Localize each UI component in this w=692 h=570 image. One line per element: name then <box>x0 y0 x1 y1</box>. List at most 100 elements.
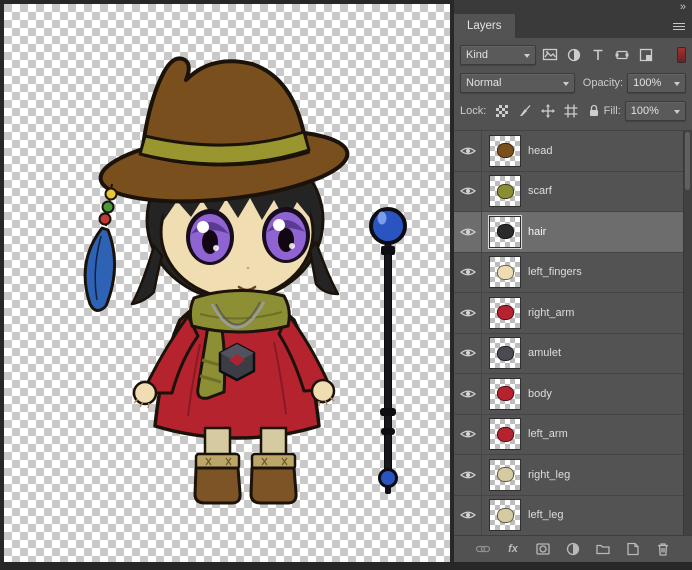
visibility-toggle[interactable] <box>454 374 482 414</box>
thumbnail-sprite <box>496 305 514 321</box>
adjustment-filter-icon <box>567 48 580 62</box>
eye-icon <box>459 309 476 317</box>
layer-name: head <box>528 144 553 157</box>
eye-icon <box>459 430 476 438</box>
window-bottom-edge <box>0 562 692 570</box>
layer-thumbnail[interactable] <box>489 256 521 289</box>
pixel-filter-button[interactable] <box>539 46 560 64</box>
adjustment-filter-button[interactable] <box>563 46 584 64</box>
brush-icon <box>520 105 531 116</box>
panel-dock-bar: » <box>454 0 692 14</box>
layers-panel: » Layers Kind Normal Opacity: 100% Lock:… <box>454 0 692 570</box>
layer-row-left-leg[interactable]: left_leg <box>454 495 684 536</box>
visibility-toggle[interactable] <box>454 131 482 171</box>
layer-row-left-arm[interactable]: left_arm <box>454 414 684 455</box>
visibility-toggle[interactable] <box>454 293 482 333</box>
layer-effects-button[interactable]: fx <box>502 539 524 559</box>
layer-thumbnail[interactable] <box>489 134 521 167</box>
layer-row-body[interactable]: body <box>454 374 684 415</box>
layer-thumbnail[interactable] <box>489 458 521 491</box>
visibility-toggle[interactable] <box>454 252 482 292</box>
lock-transparency-button[interactable] <box>492 102 512 120</box>
layer-name: left_arm <box>528 428 568 441</box>
layer-filtering-toggle[interactable] <box>677 47 686 63</box>
thumbnail-sprite <box>496 426 514 442</box>
layer-row-right-leg[interactable]: right_leg <box>454 455 684 496</box>
smart-object-filter-button[interactable] <box>635 46 656 64</box>
opacity-dropdown[interactable]: 100% <box>627 73 686 93</box>
visibility-toggle[interactable] <box>454 171 482 211</box>
layers-footer: fx <box>454 535 692 562</box>
visibility-toggle[interactable] <box>454 495 482 535</box>
document-canvas[interactable] <box>4 4 450 562</box>
layer-thumbnail[interactable] <box>489 377 521 410</box>
boots <box>193 452 298 505</box>
thumbnail-sprite <box>496 264 514 280</box>
mask-icon <box>536 543 550 555</box>
thumbnail-sprite <box>496 386 514 402</box>
chevron-down-icon <box>524 54 530 61</box>
left-eye <box>186 209 234 265</box>
tab-bar-spacer <box>515 14 666 38</box>
delete-layer-button[interactable] <box>652 539 674 559</box>
new-layer-icon <box>627 542 639 556</box>
lock-transparency-icon <box>496 105 509 117</box>
layer-thumbnail[interactable] <box>489 418 521 451</box>
layer-thumbnail[interactable] <box>489 337 521 370</box>
visibility-toggle[interactable] <box>454 414 482 454</box>
layer-name: scarf <box>528 185 552 198</box>
thumbnail-sprite <box>496 183 514 199</box>
link-layers-button[interactable] <box>472 539 494 559</box>
panel-menu-icon <box>673 22 685 30</box>
panel-menu-button[interactable] <box>666 14 692 38</box>
visibility-toggle[interactable] <box>454 333 482 373</box>
eye-icon <box>459 187 476 195</box>
pixel-filter-icon <box>542 48 557 61</box>
layer-row-scarf[interactable]: scarf <box>454 171 684 212</box>
layer-thumbnail[interactable] <box>488 214 522 249</box>
kind-dropdown[interactable]: Kind <box>460 45 536 65</box>
collapse-panel-icon[interactable]: » <box>680 2 686 13</box>
adjustment-icon <box>566 542 580 556</box>
tab-layers[interactable]: Layers <box>454 14 515 38</box>
shape-filter-button[interactable] <box>611 46 632 64</box>
fill-dropdown[interactable]: 100% <box>624 101 686 121</box>
layer-row-hair[interactable]: hair <box>454 212 684 253</box>
add-mask-button[interactable] <box>532 539 554 559</box>
character-illustration <box>83 56 350 505</box>
layer-thumbnail[interactable] <box>489 175 521 208</box>
trash-icon <box>658 543 668 556</box>
layer-row-amulet[interactable]: amulet <box>454 333 684 374</box>
layer-row-head[interactable]: head <box>454 131 684 172</box>
new-group-button[interactable] <box>592 539 614 559</box>
scrollbar-thumb[interactable] <box>685 132 690 190</box>
layer-thumbnail[interactable] <box>489 499 521 532</box>
move-icon <box>540 104 555 118</box>
fx-icon: fx <box>508 543 518 555</box>
opacity-label: Opacity: <box>582 77 624 89</box>
opacity-value: 100% <box>633 77 662 89</box>
layer-row-right-arm[interactable]: right_arm <box>454 293 684 334</box>
visibility-toggle[interactable] <box>454 212 482 252</box>
type-filter-icon <box>593 49 602 60</box>
lock-all-button[interactable] <box>584 102 604 120</box>
eye-icon <box>459 228 476 236</box>
adjustment-layer-button[interactable] <box>562 539 584 559</box>
layer-thumbnail[interactable] <box>489 296 521 329</box>
smart-object-filter-icon <box>639 48 652 62</box>
lock-position-button[interactable] <box>538 102 558 120</box>
visibility-toggle[interactable] <box>454 455 482 495</box>
lock-artboard-button[interactable] <box>561 102 581 120</box>
eye-icon <box>459 268 476 276</box>
new-layer-button[interactable] <box>622 539 644 559</box>
lock-pixels-button[interactable] <box>515 102 535 120</box>
artboard-icon <box>564 104 578 118</box>
left-hand <box>132 380 158 406</box>
folder-icon <box>596 544 610 555</box>
blend-mode-dropdown[interactable]: Normal <box>460 73 575 93</box>
filter-row: Kind <box>460 45 686 65</box>
layer-name: right_arm <box>528 306 575 319</box>
thumbnail-sprite <box>496 467 514 483</box>
layer-row-left-fingers[interactable]: left_fingers <box>454 252 684 293</box>
type-filter-button[interactable] <box>587 46 608 64</box>
